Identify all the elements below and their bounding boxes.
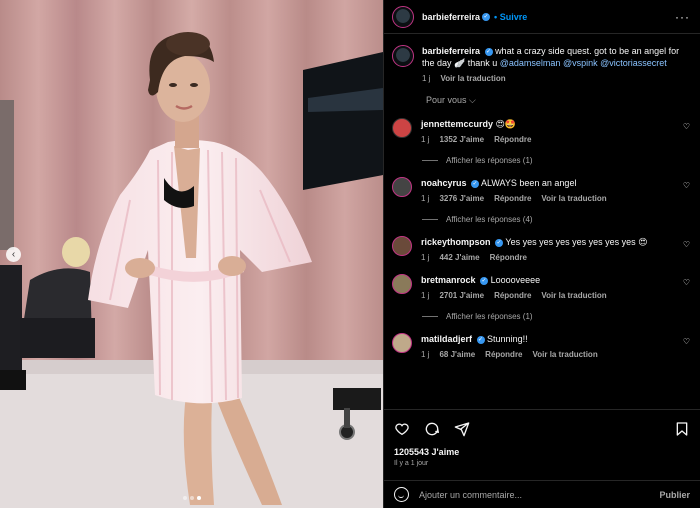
photo-illustration: [0, 0, 383, 508]
heart-icon[interactable]: ♡: [683, 122, 690, 131]
comment-item: rickeythompson ✓ Yes yes yes yes yes yes…: [392, 236, 690, 262]
mention-link[interactable]: @vspink: [563, 58, 598, 68]
commenter-username[interactable]: matildadjerf: [421, 334, 472, 344]
comment-icon[interactable]: [424, 421, 440, 437]
like-heart-icon[interactable]: [394, 421, 410, 437]
more-horizontal-icon[interactable]: ···: [675, 10, 690, 24]
heart-icon[interactable]: ♡: [683, 240, 690, 249]
comment-time: 1 j: [421, 253, 430, 262]
comment-likes[interactable]: 442 J'aime: [439, 253, 479, 262]
carousel-dot-active: [197, 496, 201, 500]
comment-text: ALWAYS been an angel: [481, 178, 577, 188]
commenter-avatar[interactable]: [392, 177, 412, 197]
caption-author-avatar[interactable]: [392, 45, 414, 67]
comment-item: bretmanrock ✓ Looooveeee 1 j 2701 J'aime R…: [392, 274, 690, 300]
comment-item: matildadjerf ✓ Stunning!! 1 j 68 J'aime Ré…: [392, 333, 690, 359]
comments-scroll-area[interactable]: barbieferreira ✓ what a crazy side quest…: [384, 35, 700, 409]
verified-badge-icon: ✓: [480, 276, 489, 285]
reply-link[interactable]: Répondre: [494, 135, 531, 144]
comment-input[interactable]: Ajouter un commentaire...: [419, 490, 522, 500]
carousel-dot: [190, 496, 194, 500]
comment-likes[interactable]: 2701 J'aime: [439, 291, 484, 300]
add-comment-bar: Ajouter un commentaire... Publier: [384, 480, 700, 508]
commenter-avatar[interactable]: [392, 236, 412, 256]
comment-time: 1 j: [421, 291, 430, 300]
reply-link[interactable]: Répondre: [485, 350, 522, 359]
follow-button[interactable]: • Suivre: [494, 12, 527, 22]
author-username[interactable]: barbieferreira: [422, 12, 480, 22]
follow-label: Suivre: [499, 11, 528, 22]
carousel-dots: [183, 496, 201, 500]
comment-time: 1 j: [421, 350, 430, 359]
view-replies-link[interactable]: Afficher les réponses (1): [422, 312, 690, 321]
caption-username[interactable]: barbieferreira: [422, 46, 480, 56]
post-caption: barbieferreira ✓ what a crazy side quest…: [392, 45, 690, 83]
replies-divider: [422, 219, 438, 220]
comment-text: Yes yes yes yes yes yes yes yes 😍: [505, 237, 648, 247]
comment-text: Looooveeee: [490, 275, 541, 285]
reply-link[interactable]: Répondre: [494, 291, 531, 300]
caption-time: 1 j: [422, 74, 431, 83]
sort-label: Pour vous: [426, 95, 467, 105]
commenter-avatar[interactable]: [392, 118, 412, 138]
comment-time: 1 j: [421, 194, 430, 203]
bookmark-icon[interactable]: [674, 421, 690, 437]
verified-badge-icon: ✓: [484, 47, 493, 56]
commenter-avatar[interactable]: [392, 274, 412, 294]
author-avatar[interactable]: [392, 5, 414, 28]
post-header: barbieferreira ✓ • Suivre ···: [384, 0, 700, 34]
heart-icon[interactable]: ♡: [683, 278, 690, 287]
comment-text: Stunning!!: [487, 334, 528, 344]
heart-icon[interactable]: ♡: [683, 181, 690, 190]
caption-text: barbieferreira ✓ what a crazy side quest…: [422, 45, 690, 69]
commenter-username[interactable]: bretmanrock: [421, 275, 476, 285]
heart-icon[interactable]: ♡: [683, 337, 690, 346]
translate-link[interactable]: Voir la traduction: [533, 350, 598, 359]
comment-item: jennettemccurdy 😍🤩 1 j 1352 J'aime Répondr…: [392, 118, 690, 144]
replies-label: Afficher les réponses (1): [446, 312, 533, 321]
carousel-prev-button[interactable]: ‹: [6, 247, 21, 262]
translate-link[interactable]: Voir la traduction: [541, 194, 606, 203]
mention-link[interactable]: @adamselman: [500, 58, 561, 68]
replies-label: Afficher les réponses (1): [446, 156, 533, 165]
verified-badge-icon: ✓: [471, 179, 480, 188]
carousel-dot: [183, 496, 187, 500]
comment-likes[interactable]: 68 J'aime: [439, 350, 475, 359]
verified-badge-icon: ✓: [495, 238, 504, 247]
replies-divider: [422, 160, 438, 161]
comment-item: noahcyrus ✓ ALWAYS been an angel 1 j 3276…: [392, 177, 690, 203]
commenter-avatar[interactable]: [392, 333, 412, 353]
comment-likes[interactable]: 3276 J'aime: [439, 194, 484, 203]
comment-likes[interactable]: 1352 J'aime: [439, 135, 484, 144]
caption-translate-link[interactable]: Voir la traduction: [440, 74, 505, 83]
translate-link[interactable]: Voir la traduction: [541, 291, 606, 300]
post-image[interactable]: ‹: [0, 0, 383, 508]
commenter-username[interactable]: rickeythompson: [421, 237, 491, 247]
caption-meta: 1 j Voir la traduction: [422, 74, 690, 83]
post-side-panel: barbieferreira ✓ • Suivre ··· barbieferr…: [383, 0, 700, 508]
commenter-username[interactable]: noahcyrus: [421, 178, 467, 188]
comment-sort-dropdown[interactable]: Pour vous ⌵: [426, 95, 690, 106]
post-dialog: ‹ barbieferreira ✓ • Suivre ··· barbiefe…: [0, 0, 700, 508]
comment-text: 😍🤩: [495, 119, 517, 129]
mention-link[interactable]: @victoriassecret: [600, 58, 667, 68]
post-date: Il y a 1 jour: [394, 460, 429, 467]
view-replies-link[interactable]: Afficher les réponses (4): [422, 215, 690, 224]
like-count[interactable]: 1205543 J'aime: [394, 447, 690, 457]
verified-badge-icon: ✓: [482, 12, 491, 21]
comment-time: 1 j: [421, 135, 430, 144]
replies-divider: [422, 316, 438, 317]
verified-badge-icon: ✓: [476, 335, 485, 344]
view-replies-link[interactable]: Afficher les réponses (1): [422, 156, 690, 165]
replies-label: Afficher les réponses (4): [446, 215, 533, 224]
commenter-username[interactable]: jennettemccurdy: [421, 119, 493, 129]
share-icon[interactable]: [454, 421, 470, 437]
chevron-down-icon: ⌵: [469, 95, 476, 105]
post-actions: 1205543 J'aime Il y a 1 jour: [384, 409, 700, 481]
reply-link[interactable]: Répondre: [494, 194, 531, 203]
reply-link[interactable]: Répondre: [490, 253, 527, 262]
emoji-icon[interactable]: [394, 487, 409, 502]
publish-button[interactable]: Publier: [659, 490, 690, 500]
